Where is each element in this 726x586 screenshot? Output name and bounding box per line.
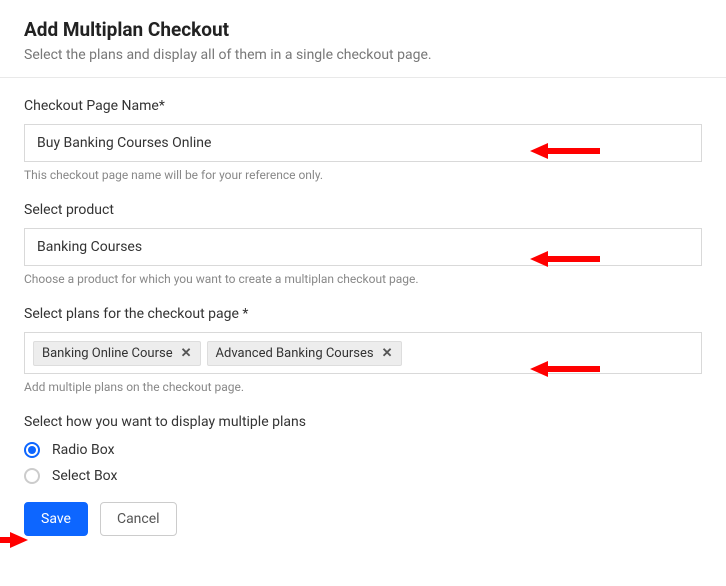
plans-label: Select plans for the checkout page * bbox=[24, 306, 702, 322]
radio-icon bbox=[24, 468, 40, 484]
plan-tag: Banking Online Course ✕ bbox=[33, 341, 201, 366]
plan-tag-label: Banking Online Course bbox=[42, 346, 173, 361]
field-product: Select product Banking Courses Choose a … bbox=[24, 202, 702, 286]
divider bbox=[0, 77, 726, 78]
page-name-help: This checkout page name will be for your… bbox=[24, 168, 702, 182]
radio-option-radio-box[interactable]: Radio Box bbox=[24, 442, 702, 458]
plan-tag-label: Advanced Banking Courses bbox=[216, 346, 374, 361]
plans-tags-input[interactable]: Banking Online Course ✕ Advanced Banking… bbox=[24, 332, 702, 374]
plan-tag: Advanced Banking Courses ✕ bbox=[207, 341, 402, 366]
product-label: Select product bbox=[24, 202, 702, 218]
plans-help: Add multiple plans on the checkout page. bbox=[24, 380, 702, 394]
page-name-input[interactable] bbox=[24, 124, 702, 162]
page-subtitle: Select the plans and display all of them… bbox=[24, 47, 702, 63]
product-help: Choose a product for which you want to c… bbox=[24, 272, 702, 286]
save-button[interactable]: Save bbox=[24, 502, 88, 536]
product-select[interactable]: Banking Courses bbox=[24, 228, 702, 266]
remove-tag-icon[interactable]: ✕ bbox=[382, 346, 393, 361]
radio-label: Radio Box bbox=[52, 442, 115, 458]
cancel-button[interactable]: Cancel bbox=[100, 502, 177, 536]
radio-label: Select Box bbox=[52, 468, 117, 484]
remove-tag-icon[interactable]: ✕ bbox=[181, 346, 192, 361]
radio-option-select-box[interactable]: Select Box bbox=[24, 468, 702, 484]
page-name-label: Checkout Page Name* bbox=[24, 98, 702, 114]
page-title: Add Multiplan Checkout bbox=[24, 18, 702, 41]
field-display-mode: Select how you want to display multiple … bbox=[24, 414, 702, 484]
button-row: Save Cancel bbox=[24, 502, 702, 536]
display-label: Select how you want to display multiple … bbox=[24, 414, 702, 430]
field-page-name: Checkout Page Name* This checkout page n… bbox=[24, 98, 702, 182]
field-plans: Select plans for the checkout page * Ban… bbox=[24, 306, 702, 394]
radio-icon bbox=[24, 442, 40, 458]
